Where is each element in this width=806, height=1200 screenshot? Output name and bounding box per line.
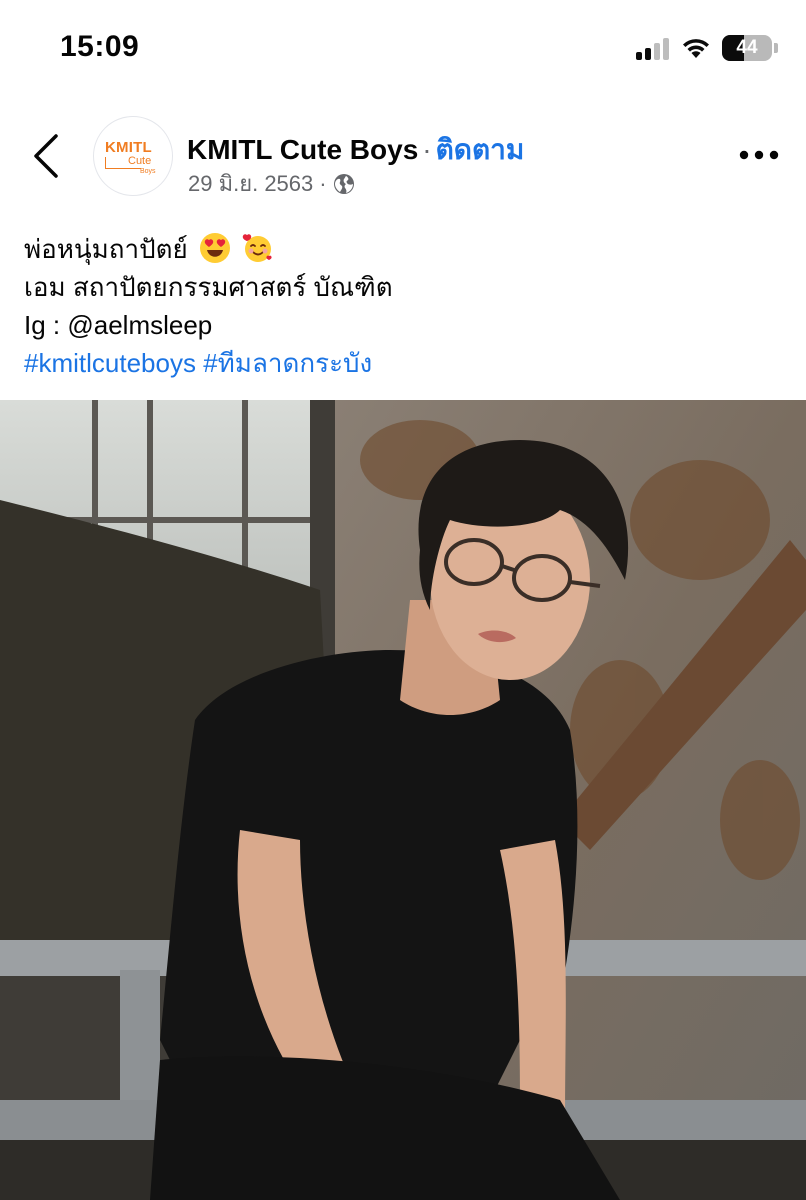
avatar-logo-subtext-small: Boys (140, 168, 156, 175)
hashtag-link[interactable]: #kmitlcuteboys (24, 348, 196, 378)
caption-hashtags: #kmitlcuteboys #ทีมลาดกระบัง (24, 344, 784, 382)
wifi-icon (683, 39, 709, 58)
smiling-face-with-hearts-emoji-icon (243, 234, 272, 262)
hashtag-link[interactable]: #ทีมลาดกระบัง (203, 348, 372, 378)
avatar-logo-subtext: Cute (128, 155, 152, 167)
photo-illustration (0, 400, 806, 1200)
battery-tip (774, 43, 778, 53)
avatar-logo-text: KMITL (105, 139, 152, 156)
battery-icon: 44 (722, 35, 772, 61)
meta-separator: · (319, 170, 327, 196)
post-photo[interactable] (0, 400, 806, 1200)
status-time: 15:09 (60, 30, 140, 63)
caption-line-1: พ่อหนุ่มถาปัตย์ (24, 230, 784, 268)
caption-line-3: Ig : @aelmsleep (24, 310, 213, 340)
page-name-link[interactable]: KMITL Cute Boys (187, 134, 418, 165)
globe-icon (333, 173, 354, 194)
status-bar: 15:09 44 (0, 0, 806, 96)
page-avatar[interactable]: KMITL Cute Boys (93, 116, 173, 196)
title-separator: · (422, 134, 432, 165)
post-caption: พ่อหนุ่มถาปัตย์ เอม สถาปัตยกรรมศาสตร์ บั… (24, 230, 784, 382)
post-date[interactable]: 29 มิ.ย. 2563 (188, 166, 313, 201)
post-meta: 29 มิ.ย. 2563 · (188, 166, 355, 201)
more-options-icon[interactable] (738, 146, 780, 164)
follow-button[interactable]: ติดตาม (436, 134, 525, 165)
caption-line-1-text: พ่อหนุ่มถาปัตย์ (24, 234, 188, 264)
battery-level: 44 (736, 37, 758, 58)
heart-eyes-emoji-icon (200, 233, 231, 263)
cellular-signal-icon (636, 38, 672, 60)
caption-line-2: เอม สถาปัตยกรรมศาสตร์ บัณฑิต (24, 272, 393, 302)
back-button[interactable] (26, 130, 66, 182)
